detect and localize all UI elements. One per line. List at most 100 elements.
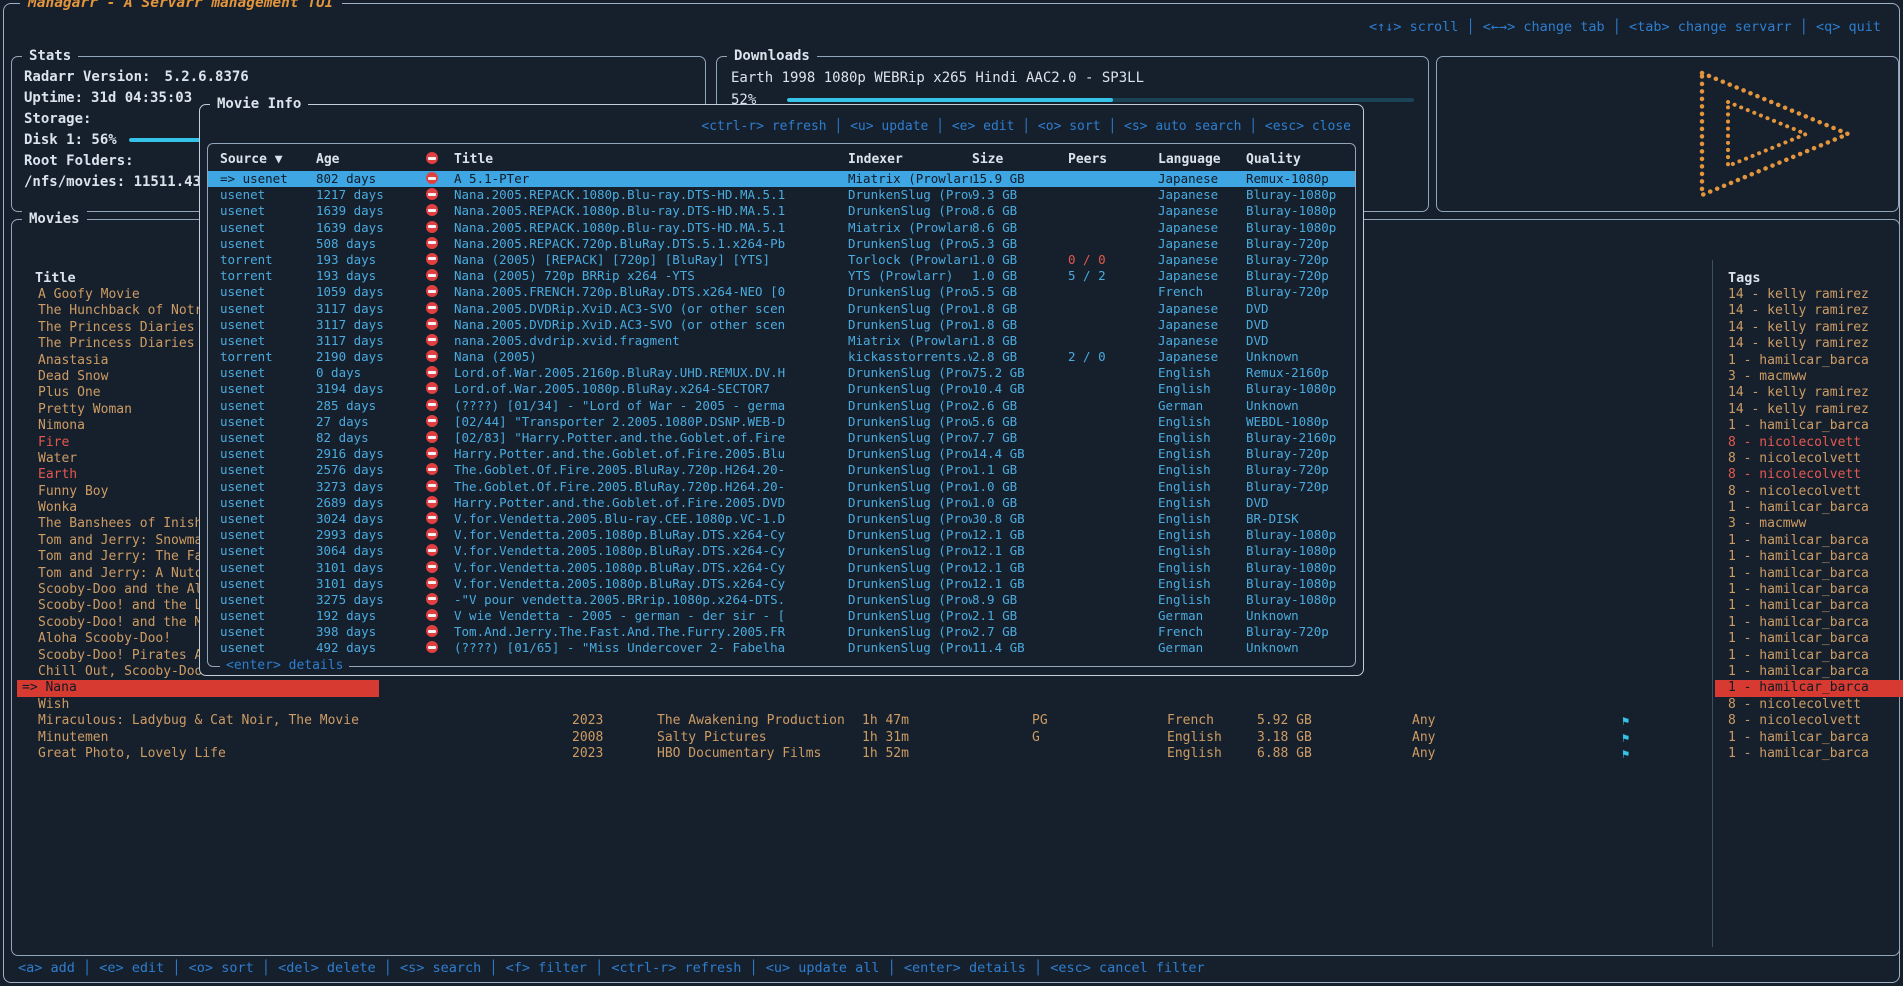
search-result-row[interactable]: usenet 1059 days Nana.2005.FRENCH.720p.B… <box>208 284 1355 300</box>
column-header-peers[interactable]: Peers <box>1068 151 1158 169</box>
release-language: Japanese <box>1158 236 1246 252</box>
movie-row[interactable]: => Nana 1 - hamilcar_barca <box>12 680 1897 696</box>
release-indexer: Miatrix (Prowlarr) <box>848 171 972 187</box>
release-quality: Bluray-720p <box>1246 479 1355 495</box>
release-title: Nana.2005.DVDRip.XviD.AC3-SVO (or other … <box>454 317 848 333</box>
release-size: 8.6 GB <box>972 220 1068 236</box>
movie-tags: 1 - hamilcar_barca <box>1715 418 1903 434</box>
search-result-row[interactable]: usenet 27 days [02/44] "Transporter 2.20… <box>208 414 1355 430</box>
release-indexer: DrunkenSlug (Prowlarr) <box>848 462 972 478</box>
search-result-row[interactable]: torrent 193 days Nana (2005) [REPACK] [7… <box>208 252 1355 268</box>
release-size: 11.4 GB <box>972 640 1068 656</box>
search-result-row[interactable]: usenet 3117 days Nana.2005.DVDRip.XviD.A… <box>208 317 1355 333</box>
release-indexer: Miatrix (Prowlarr) <box>848 220 972 236</box>
search-result-row[interactable]: usenet 0 days Lord.of.War.2005.2160p.Blu… <box>208 365 1355 381</box>
keybind-hints-top: <↑↓> scroll │ <←→> change tab │ <tab> ch… <box>1369 19 1881 35</box>
release-blocklist-cell <box>426 479 454 495</box>
search-result-row[interactable]: usenet 3064 days V.for.Vendetta.2005.108… <box>208 543 1355 559</box>
release-age: 3273 days <box>316 479 426 495</box>
search-result-row[interactable]: usenet 492 days (????) [01/65] - "Miss U… <box>208 640 1355 656</box>
release-title: -"V pour vendetta.2005.BRrip.1080p.x264-… <box>454 592 848 608</box>
column-header-indexer[interactable]: Indexer <box>848 151 972 169</box>
search-result-row[interactable]: usenet 3194 days Lord.of.War.2005.1080p.… <box>208 381 1355 397</box>
movie-row[interactable]: Minutemen 2008 Salty Pictures 1h 31m G E… <box>12 730 1897 746</box>
enter-details-hint: <enter> details <box>220 657 349 675</box>
release-language: Japanese <box>1158 171 1246 187</box>
release-quality: DVD <box>1246 495 1355 511</box>
logo-panel <box>1436 56 1899 212</box>
search-result-row[interactable]: usenet 398 days Tom.And.Jerry.The.Fast.A… <box>208 624 1355 640</box>
search-result-row[interactable]: usenet 192 days V wie Vendetta - 2005 - … <box>208 608 1355 624</box>
release-indexer: DrunkenSlug (Prowlarr) <box>848 203 972 219</box>
search-result-row[interactable]: usenet 3101 days V.for.Vendetta.2005.108… <box>208 560 1355 576</box>
search-result-row[interactable]: usenet 2689 days Harry.Potter.and.the.Go… <box>208 495 1355 511</box>
search-result-row[interactable]: usenet 1639 days Nana.2005.REPACK.1080p.… <box>208 220 1355 236</box>
release-title: nana.2005.dvdrip.xvid.fragment <box>454 333 848 349</box>
blocklist-icon <box>426 528 438 540</box>
column-header-source[interactable]: Source ▼ <box>220 151 316 169</box>
release-blocklist-cell <box>426 381 454 397</box>
column-header-quality[interactable]: Quality <box>1246 151 1355 169</box>
release-size: 1.1 GB <box>972 462 1068 478</box>
search-result-row[interactable]: usenet 82 days [02/83] "Harry.Potter.and… <box>208 430 1355 446</box>
movie-tags: 1 - hamilcar_barca <box>1715 566 1903 582</box>
column-header-release-title[interactable]: Title <box>454 151 848 169</box>
release-title: Nana (2005) 720p BRRip x264 -YTS <box>454 268 848 284</box>
movie-row[interactable]: Great Photo, Lovely Life 2023 HBO Docume… <box>12 746 1897 762</box>
movie-tags: 14 - kelly ramirez <box>1715 402 1903 418</box>
release-title: Nana.2005.REPACK.720p.BluRay.DTS.5.1.x26… <box>454 236 848 252</box>
release-blocklist-cell <box>426 365 454 381</box>
movie-size: 6.88 GB <box>1257 746 1312 762</box>
movie-tags: 1 - hamilcar_barca <box>1715 680 1903 696</box>
release-blocklist-cell <box>426 430 454 446</box>
search-result-row[interactable]: usenet 508 days Nana.2005.REPACK.720p.Bl… <box>208 236 1355 252</box>
blocklist-icon <box>426 188 438 200</box>
search-result-row[interactable]: usenet 3117 days nana.2005.dvdrip.xvid.f… <box>208 333 1355 349</box>
search-result-row[interactable]: torrent 193 days Nana (2005) 720p BRRip … <box>208 268 1355 284</box>
blocklist-icon <box>426 415 438 427</box>
release-title: V.for.Vendetta.2005.1080p.BluRay.DTS.x26… <box>454 576 848 592</box>
search-result-row[interactable]: usenet 3101 days V.for.Vendetta.2005.108… <box>208 576 1355 592</box>
release-quality: Bluray-720p <box>1246 446 1355 462</box>
search-result-row[interactable]: usenet 2993 days V.for.Vendetta.2005.108… <box>208 527 1355 543</box>
search-result-row[interactable]: => usenet 802 days A 5.1-PTer Miatrix (P… <box>208 171 1355 187</box>
release-quality: Remux-2160p <box>1246 365 1355 381</box>
release-quality: Bluray-1080p <box>1246 576 1355 592</box>
release-title: Nana.2005.FRENCH.720p.BluRay.DTS.x264-NE… <box>454 284 848 300</box>
movie-tags: 1 - hamilcar_barca <box>1715 730 1903 746</box>
search-result-row[interactable]: usenet 1639 days Nana.2005.REPACK.1080p.… <box>208 203 1355 219</box>
release-indexer: DrunkenSlug (Prowlarr) <box>848 317 972 333</box>
movie-tags: 14 - kelly ramirez <box>1715 385 1903 401</box>
release-age: 2916 days <box>316 446 426 462</box>
release-blocklist-cell <box>426 171 454 187</box>
release-age: 192 days <box>316 608 426 624</box>
movie-title: Wish <box>17 697 379 713</box>
search-result-row[interactable]: usenet 1217 days Nana.2005.REPACK.1080p.… <box>208 187 1355 203</box>
search-result-row[interactable]: usenet 285 days (????) [01/34] - "Lord o… <box>208 398 1355 414</box>
release-title: Nana.2005.REPACK.1080p.Blu-ray.DTS-HD.MA… <box>454 187 848 203</box>
release-age: 3194 days <box>316 381 426 397</box>
search-result-row[interactable]: usenet 2916 days Harry.Potter.and.the.Go… <box>208 446 1355 462</box>
release-blocklist-cell <box>426 462 454 478</box>
release-quality: Remux-1080p <box>1246 171 1355 187</box>
movie-tags: 8 - nicolecolvett <box>1715 697 1903 713</box>
release-title: A 5.1-PTer <box>454 171 848 187</box>
column-header-language[interactable]: Language <box>1158 151 1246 169</box>
search-result-row[interactable]: torrent 2190 days Nana (2005) kickasstor… <box>208 349 1355 365</box>
search-result-row[interactable]: usenet 3275 days -"V pour vendetta.2005.… <box>208 592 1355 608</box>
release-peers <box>1068 608 1158 624</box>
search-result-row[interactable]: usenet 3117 days Nana.2005.DVDRip.XviD.A… <box>208 301 1355 317</box>
movie-row[interactable]: Miraculous: Ladybug & Cat Noir, The Movi… <box>12 713 1897 729</box>
release-peers <box>1068 220 1158 236</box>
release-size: 2.6 GB <box>972 398 1068 414</box>
column-header-size[interactable]: Size <box>972 151 1068 169</box>
search-result-row[interactable]: usenet 3273 days The.Goblet.Of.Fire.2005… <box>208 479 1355 495</box>
release-blocklist-cell <box>426 317 454 333</box>
search-result-row[interactable]: usenet 3024 days V.for.Vendetta.2005.Blu… <box>208 511 1355 527</box>
column-header-age[interactable]: Age <box>316 151 426 169</box>
release-size: 1.8 GB <box>972 301 1068 317</box>
search-results: => usenet 802 days A 5.1-PTer Miatrix (P… <box>208 171 1355 657</box>
movie-row[interactable]: Wish 8 - nicolecolvett <box>12 697 1897 713</box>
app-frame: Managarr - A Servarr management TUI <↑↓>… <box>3 3 1900 983</box>
search-result-row[interactable]: usenet 2576 days The.Goblet.Of.Fire.2005… <box>208 462 1355 478</box>
